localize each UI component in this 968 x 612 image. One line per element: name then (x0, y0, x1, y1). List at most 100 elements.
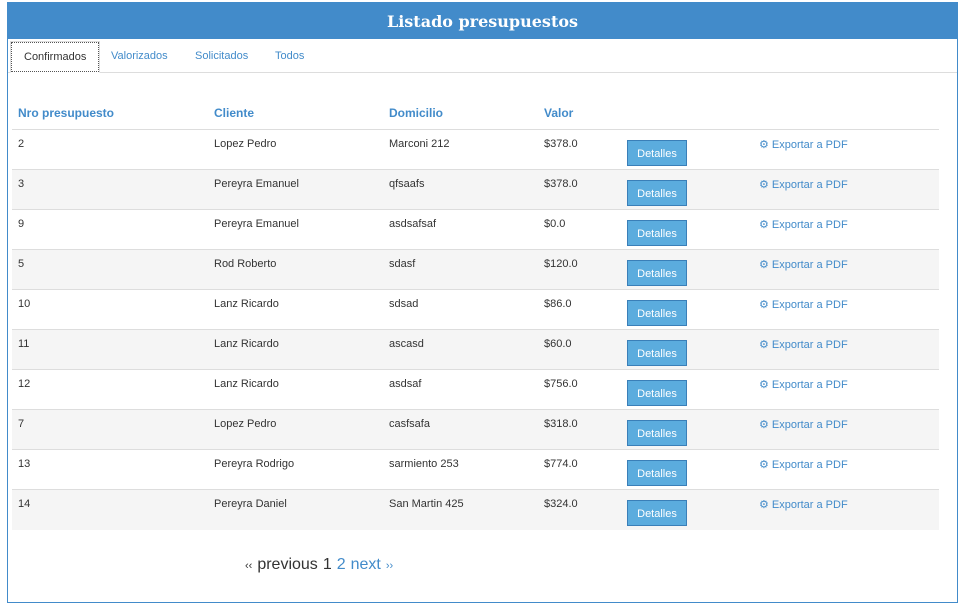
cell-nro: 5 (12, 249, 208, 290)
export-pdf-link[interactable]: ⚙ Exportar a PDF (759, 378, 848, 392)
cell-cliente: Lanz Ricardo (208, 369, 383, 410)
export-pdf-link[interactable]: ⚙ Exportar a PDF (759, 218, 848, 232)
table-header-row: Nro presupuesto Cliente Domicilio Valor (12, 97, 939, 130)
cell-domicilio: San Martin 425 (383, 489, 538, 530)
cell-export: ⚙ Exportar a PDF (753, 489, 939, 530)
cell-domicilio: ascasd (383, 329, 538, 370)
cell-valor: $378.0 (538, 129, 621, 170)
export-pdf-label: Exportar a PDF (771, 258, 848, 271)
detalles-button[interactable]: Detalles (627, 459, 687, 486)
cell-cliente: Lanz Ricardo (208, 329, 383, 370)
detalles-button[interactable]: Detalles (627, 179, 687, 206)
cell-nro: 10 (12, 289, 208, 330)
gear-icon: ⚙ (759, 219, 769, 231)
table-row: 10 Lanz Ricardo sdsad $86.0 Detalles ⚙ Exporta… (12, 289, 939, 330)
cell-cliente: Pereyra Daniel (208, 489, 383, 530)
column-header-detalles (621, 97, 753, 130)
cell-nro: 14 (12, 489, 208, 530)
tab-solicitados[interactable]: Solicitados (182, 41, 261, 71)
export-pdf-label: Exportar a PDF (771, 338, 848, 351)
export-pdf-link[interactable]: ⚙ Exportar a PDF (759, 418, 848, 432)
cell-export: ⚙ Exportar a PDF (753, 289, 939, 330)
column-header-cliente: Cliente (208, 97, 383, 130)
export-pdf-link[interactable]: ⚙ Exportar a PDF (759, 458, 848, 472)
cell-cliente: Pereyra Emanuel (208, 209, 383, 250)
cell-domicilio: asdsafsaf (383, 209, 538, 250)
detalles-button[interactable]: Detalles (627, 379, 687, 406)
cell-nro: 9 (12, 209, 208, 250)
detalles-button[interactable]: Detalles (627, 259, 687, 286)
gear-icon: ⚙ (759, 179, 769, 191)
cell-nro: 12 (12, 369, 208, 410)
cell-cliente: Lopez Pedro (208, 129, 383, 170)
table-row: 7 Lopez Pedro casfsafa $318.0 Detalles ⚙ Expor… (12, 409, 939, 450)
export-pdf-label: Exportar a PDF (771, 178, 848, 191)
export-pdf-label: Exportar a PDF (771, 418, 848, 431)
cell-valor: $774.0 (538, 449, 621, 490)
gear-icon: ⚙ (759, 139, 769, 151)
export-pdf-link[interactable]: ⚙ Exportar a PDF (759, 178, 848, 192)
export-pdf-label: Exportar a PDF (771, 498, 848, 511)
export-pdf-label: Exportar a PDF (771, 218, 848, 231)
gear-icon: ⚙ (759, 339, 769, 351)
gear-icon: ⚙ (759, 459, 769, 471)
detalles-button[interactable]: Detalles (627, 219, 687, 246)
cell-nro: 2 (12, 129, 208, 170)
cell-detalles: Detalles (621, 209, 753, 250)
detalles-button[interactable]: Detalles (627, 419, 687, 446)
cell-export: ⚙ Exportar a PDF (753, 449, 939, 490)
cell-valor: $324.0 (538, 489, 621, 530)
export-pdf-link[interactable]: ⚙ Exportar a PDF (759, 498, 848, 512)
tab-valorizados[interactable]: Valorizados (98, 41, 181, 71)
tab-bar: Confirmados Valorizados Solicitados Todo… (8, 39, 957, 73)
cell-valor: $86.0 (538, 289, 621, 330)
cell-detalles: Detalles (621, 329, 753, 370)
cell-domicilio: casfsafa (383, 409, 538, 450)
previous-arrow: ‹‹ (245, 560, 253, 572)
cell-detalles: Detalles (621, 449, 753, 490)
current-page: 1 (322, 556, 332, 573)
detalles-button[interactable]: Detalles (627, 139, 687, 166)
cell-domicilio: Marconi 212 (383, 129, 538, 170)
cell-detalles: Detalles (621, 369, 753, 410)
next-arrow[interactable]: ›› (386, 560, 393, 572)
cell-nro: 3 (12, 169, 208, 210)
cell-export: ⚙ Exportar a PDF (753, 409, 939, 450)
cell-domicilio: sdsad (383, 289, 538, 330)
export-pdf-link[interactable]: ⚙ Exportar a PDF (759, 298, 848, 312)
cell-detalles: Detalles (621, 489, 753, 530)
detalles-button[interactable]: Detalles (627, 339, 687, 366)
tab-todos[interactable]: Todos (262, 41, 317, 71)
tab-confirmados[interactable]: Confirmados (10, 41, 101, 73)
cell-detalles: Detalles (621, 169, 753, 210)
panel-title: Listado presupuestos (8, 3, 957, 39)
export-pdf-link[interactable]: ⚙ Exportar a PDF (759, 138, 848, 152)
detalles-button[interactable]: Detalles (627, 299, 687, 326)
export-pdf-link[interactable]: ⚙ Exportar a PDF (759, 338, 848, 352)
table-row: 9 Pereyra Emanuel asdsafsaf $0.0 Detalles ⚙ Ex… (12, 209, 939, 250)
cell-export: ⚙ Exportar a PDF (753, 369, 939, 410)
table-row: 12 Lanz Ricardo asdsaf $756.0 Detalles ⚙ Expor… (12, 369, 939, 410)
cell-detalles: Detalles (621, 289, 753, 330)
cell-cliente: Lopez Pedro (208, 409, 383, 450)
cell-detalles: Detalles (621, 409, 753, 450)
detalles-button[interactable]: Detalles (627, 499, 687, 526)
table-row: 14 Pereyra Daniel San Martin 425 $324.0 Deta… (12, 489, 939, 530)
table-row: 2 Lopez Pedro Marconi 212 $378.0 Detalles ⚙ Ex… (12, 129, 939, 170)
next-link[interactable]: next (351, 556, 381, 574)
cell-domicilio: qfsaafs (383, 169, 538, 210)
cell-export: ⚙ Exportar a PDF (753, 249, 939, 290)
table-row: 13 Pereyra Rodrigo sarmiento 253 $774.0 Deta… (12, 449, 939, 490)
gear-icon: ⚙ (759, 259, 769, 271)
export-pdf-label: Exportar a PDF (771, 138, 848, 151)
export-pdf-label: Exportar a PDF (771, 458, 848, 471)
cell-cliente: Lanz Ricardo (208, 289, 383, 330)
page-2-link[interactable]: 2 (337, 556, 346, 574)
page-title: Listado presupuestos (386, 11, 579, 31)
export-pdf-link[interactable]: ⚙ Exportar a PDF (759, 258, 848, 272)
cell-export: ⚙ Exportar a PDF (753, 129, 939, 170)
cell-valor: $120.0 (538, 249, 621, 290)
table-row: 11 Lanz Ricardo ascasd $60.0 Detalles ⚙ Export… (12, 329, 939, 370)
cell-export: ⚙ Exportar a PDF (753, 169, 939, 210)
cell-valor: $60.0 (538, 329, 621, 370)
